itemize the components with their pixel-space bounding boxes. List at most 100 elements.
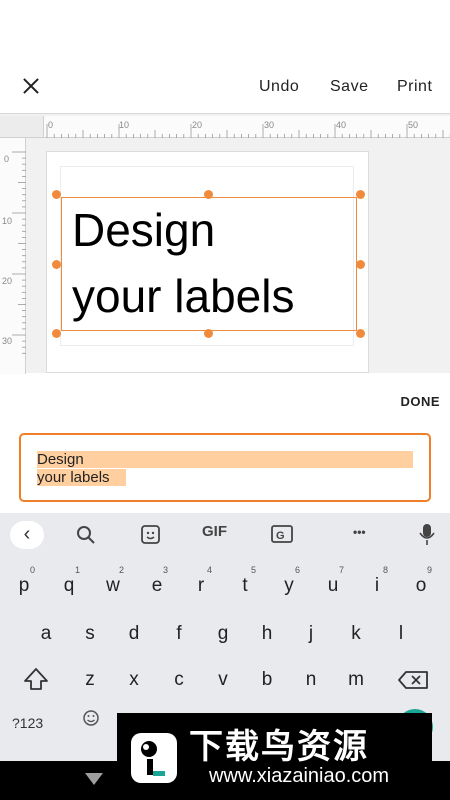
ruler-tick-label: 20: [192, 120, 202, 130]
key-j[interactable]: j: [293, 613, 329, 653]
key-h[interactable]: h: [249, 613, 285, 653]
key-hint: 7: [338, 565, 344, 575]
undo-button[interactable]: Undo: [259, 78, 299, 96]
text-object-selection[interactable]: Design your labels: [61, 197, 357, 331]
chevron-left-icon[interactable]: ‹: [10, 521, 44, 549]
key-label: t: [242, 575, 248, 596]
key-label: u: [327, 575, 339, 596]
backspace-icon[interactable]: [394, 659, 434, 699]
key-hint: 3: [162, 565, 168, 575]
key-hint: 1: [74, 565, 80, 575]
resize-handle-bottom-left[interactable]: [52, 329, 61, 338]
key-label: y: [284, 575, 294, 596]
key-k[interactable]: k: [338, 613, 374, 653]
key-n[interactable]: n: [293, 659, 329, 699]
resize-handle-top[interactable]: [204, 190, 213, 199]
label-canvas[interactable]: Design your labels: [46, 151, 369, 373]
resize-handle-top-right[interactable]: [356, 190, 365, 199]
key-label: w: [106, 575, 120, 596]
key-label: m: [348, 669, 364, 690]
key-e[interactable]: 3e: [139, 565, 175, 605]
key-z[interactable]: z: [72, 659, 108, 699]
key-label: k: [351, 623, 361, 644]
ruler-tick-label: 20: [2, 276, 12, 286]
label-editor: 0 10 20 30 40 50 0 10 20 30 Design your …: [0, 113, 450, 374]
key-f[interactable]: f: [161, 613, 197, 653]
horizontal-ruler: 0 10 20 30 40 50: [44, 116, 450, 138]
shift-icon[interactable]: [16, 659, 56, 699]
watermark-banner: 下载鸟资源 www.xiazainiao.com: [117, 713, 432, 800]
key-v[interactable]: v: [205, 659, 241, 699]
done-button[interactable]: DONE: [400, 394, 440, 409]
key-g[interactable]: g: [205, 613, 241, 653]
nav-back-icon[interactable]: [85, 773, 103, 785]
key-label: j: [308, 623, 314, 644]
key-p[interactable]: 0p: [6, 565, 42, 605]
key-m[interactable]: m: [338, 659, 374, 699]
resize-handle-left[interactable]: [52, 260, 61, 269]
key-x[interactable]: x: [116, 659, 152, 699]
emoji-icon[interactable]: [82, 709, 100, 727]
watermark-title: 下载鸟资源: [189, 727, 369, 767]
resize-handle-bottom[interactable]: [204, 329, 213, 338]
canvas-text-line-1: Design: [72, 204, 216, 256]
key-hint: 5: [250, 565, 256, 575]
symbols-key[interactable]: ?123: [12, 715, 43, 731]
key-label: x: [129, 669, 139, 690]
key-d[interactable]: d: [116, 613, 152, 653]
key-label: z: [85, 669, 95, 690]
resize-handle-right[interactable]: [356, 260, 365, 269]
vertical-ruler-scale: 0 10 20 30: [2, 151, 26, 354]
ruler-corner: [0, 116, 44, 138]
key-label: v: [218, 669, 228, 690]
key-hint: 2: [118, 565, 124, 575]
key-label: p: [18, 575, 30, 596]
key-a[interactable]: a: [28, 613, 64, 653]
print-button[interactable]: Print: [397, 78, 432, 96]
key-label: l: [398, 623, 404, 644]
canvas-text-line-2: your labels: [72, 270, 295, 322]
key-label: s: [85, 623, 95, 644]
key-r[interactable]: 4r: [183, 565, 219, 605]
ruler-tick-label: 30: [2, 336, 12, 346]
save-button[interactable]: Save: [330, 78, 368, 96]
key-c[interactable]: c: [161, 659, 197, 699]
key-label: n: [305, 669, 317, 690]
key-label: g: [217, 623, 229, 644]
more-options-button[interactable]: •••: [353, 525, 366, 539]
label-text-input[interactable]: Design your labels: [19, 433, 431, 502]
key-b[interactable]: b: [249, 659, 285, 699]
key-q[interactable]: 1q: [51, 565, 87, 605]
ruler-tick-label: 0: [4, 154, 9, 164]
horizontal-ruler-scale: 0 10 20 30 40 50: [46, 120, 450, 138]
key-o[interactable]: 9o: [403, 565, 439, 605]
key-label: d: [128, 623, 140, 644]
gif-button[interactable]: GIF: [202, 523, 227, 540]
key-label: e: [151, 575, 163, 596]
ruler-tick-label: 30: [264, 120, 274, 130]
key-label: i: [374, 575, 380, 596]
ruler-tick-label: 10: [2, 216, 12, 226]
key-label: q: [63, 575, 75, 596]
resize-handle-bottom-right[interactable]: [356, 329, 365, 338]
key-t[interactable]: 5t: [227, 565, 263, 605]
key-w[interactable]: 2w: [95, 565, 131, 605]
key-label: h: [261, 623, 273, 644]
key-y[interactable]: 6y: [271, 565, 307, 605]
key-label: a: [40, 623, 52, 644]
key-i[interactable]: 8i: [359, 565, 395, 605]
key-hint: 9: [426, 565, 432, 575]
close-icon[interactable]: [18, 74, 44, 100]
microphone-icon[interactable]: [419, 523, 435, 547]
resize-handle-top-left[interactable]: [52, 190, 61, 199]
search-icon[interactable]: [76, 525, 96, 545]
translate-icon[interactable]: G: [271, 524, 295, 546]
backspace-glyph: [398, 671, 428, 689]
top-toolbar: Undo Save Print: [0, 60, 450, 112]
key-u[interactable]: 7u: [315, 565, 351, 605]
key-s[interactable]: s: [72, 613, 108, 653]
key-label: o: [415, 575, 427, 596]
sticker-icon[interactable]: [140, 524, 162, 546]
ruler-tick-label: 40: [336, 120, 346, 130]
key-l[interactable]: l: [383, 613, 419, 653]
